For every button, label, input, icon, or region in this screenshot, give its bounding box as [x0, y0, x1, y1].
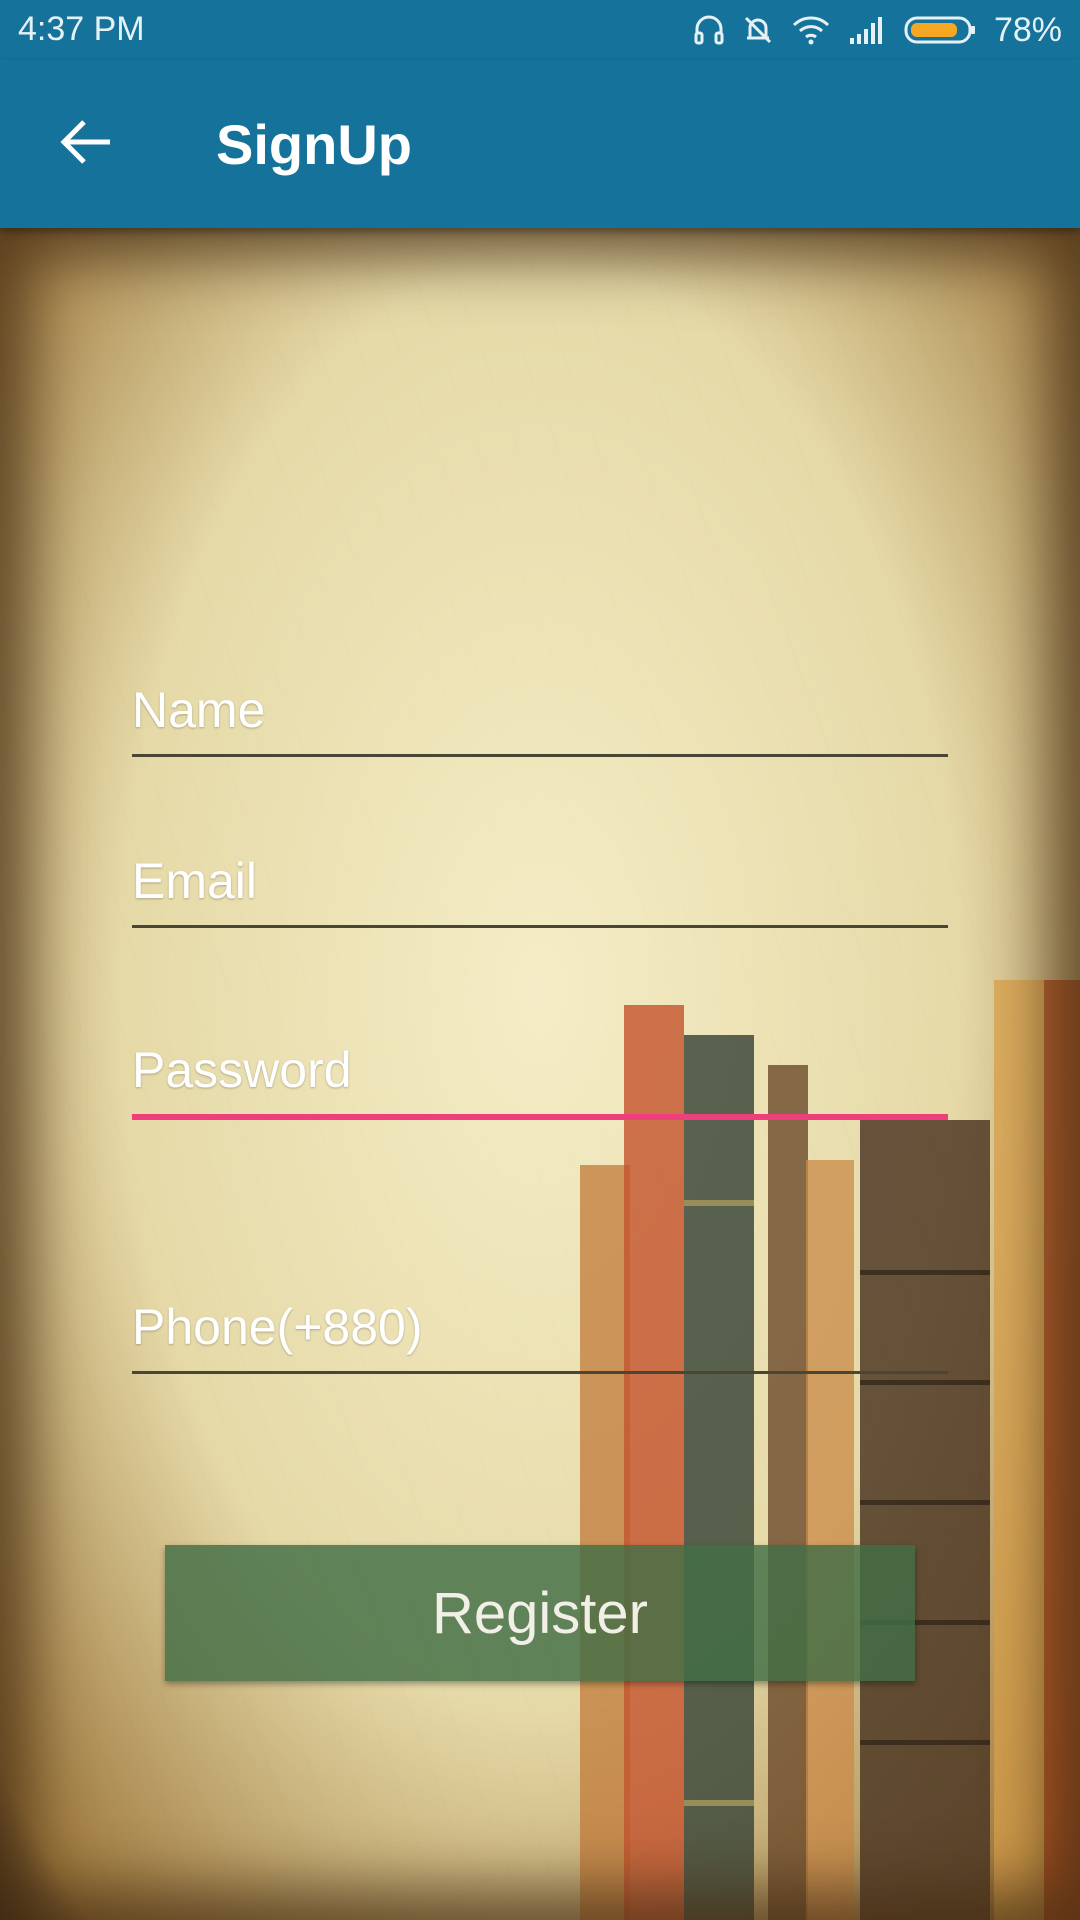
wifi-icon	[792, 15, 830, 45]
page-title: SignUp	[216, 113, 412, 176]
phone-underline	[132, 1371, 948, 1374]
app-bar: SignUp	[0, 60, 1080, 228]
signup-screen: 4:37 PM 78% SignUp Name Email Password P…	[0, 0, 1080, 1920]
email-field[interactable]: Email	[132, 851, 948, 931]
name-field[interactable]: Name	[132, 680, 948, 760]
password-field[interactable]: Password	[132, 1040, 948, 1124]
alarm-off-icon	[742, 14, 774, 46]
register-label: Register	[432, 1580, 648, 1646]
password-underline-focused	[132, 1114, 948, 1120]
battery-percent: 78%	[993, 10, 1062, 49]
register-button[interactable]: Register	[165, 1545, 915, 1681]
name-underline	[132, 754, 948, 757]
battery-icon	[904, 15, 976, 45]
signal-icon	[848, 16, 886, 44]
password-placeholder: Password	[132, 1042, 352, 1098]
headset-icon	[694, 14, 724, 46]
status-time: 4:37 PM	[18, 10, 145, 48]
arrow-back-icon	[60, 119, 112, 170]
email-placeholder: Email	[132, 853, 258, 909]
name-placeholder: Name	[132, 682, 266, 738]
email-underline	[132, 925, 948, 928]
back-button[interactable]	[40, 98, 132, 190]
phone-placeholder: Phone(+880)	[132, 1299, 423, 1355]
phone-field[interactable]: Phone(+880)	[132, 1297, 948, 1377]
status-icons: 78%	[694, 8, 1062, 52]
status-bar: 4:37 PM 78%	[0, 0, 1080, 60]
